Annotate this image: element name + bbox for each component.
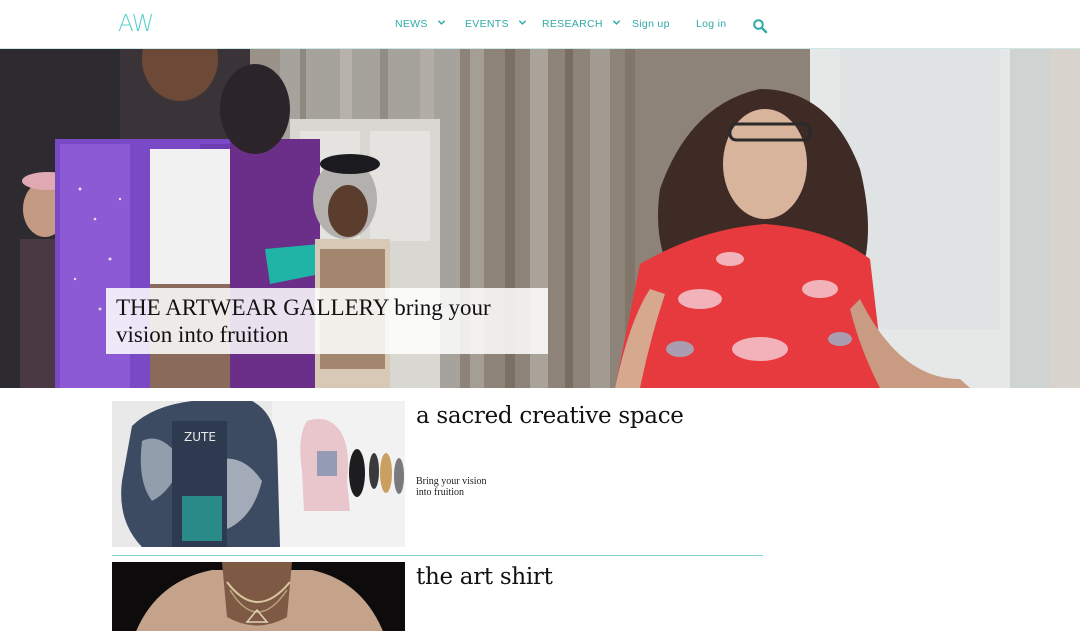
chevron-down-icon bbox=[612, 19, 621, 25]
nav-news-label: NEWS bbox=[395, 18, 428, 30]
hero-caption-line-2: vision into fruition bbox=[116, 322, 289, 347]
nav-news[interactable]: NEWS bbox=[395, 18, 446, 30]
search-icon[interactable] bbox=[752, 18, 768, 34]
article-card[interactable]: the art shirt bbox=[112, 562, 763, 631]
nav-events-label: EVENTS bbox=[465, 18, 509, 30]
nav-events[interactable]: EVENTS bbox=[465, 18, 527, 30]
chevron-down-icon bbox=[518, 19, 527, 25]
article-description-line-2: into fruition bbox=[416, 487, 465, 498]
article-thumbnail[interactable]: ZUTE bbox=[112, 401, 405, 547]
article-title[interactable]: the art shirt bbox=[416, 564, 553, 590]
article-description-line-1: Bring your vision bbox=[416, 476, 487, 487]
main-nav: NEWS EVENTS RESEARCH Sign up Log in bbox=[0, 18, 1080, 34]
login-link[interactable]: Log in bbox=[696, 18, 726, 30]
article-description: Bring your vision into fruition bbox=[416, 476, 506, 498]
article-thumbnail[interactable] bbox=[112, 562, 405, 631]
nav-research-label: RESEARCH bbox=[542, 18, 603, 30]
article-card[interactable]: ZUTE a sacred creative space Bring your … bbox=[112, 401, 763, 556]
chevron-down-icon bbox=[437, 19, 446, 25]
site-header: AW NEWS EVENTS RESEARCH Sign up Log in bbox=[0, 0, 1080, 49]
svg-text:ZUTE: ZUTE bbox=[184, 430, 216, 444]
hero-caption-line-1: THE ARTWEAR GALLERY bring your bbox=[116, 295, 491, 320]
hero-banner: THE ARTWEAR GALLERY bring your vision in… bbox=[0, 49, 1080, 388]
signup-link[interactable]: Sign up bbox=[632, 18, 670, 30]
article-title[interactable]: a sacred creative space bbox=[416, 403, 684, 429]
nav-research[interactable]: RESEARCH bbox=[542, 18, 621, 30]
hero-caption: THE ARTWEAR GALLERY bring your vision in… bbox=[106, 288, 548, 354]
